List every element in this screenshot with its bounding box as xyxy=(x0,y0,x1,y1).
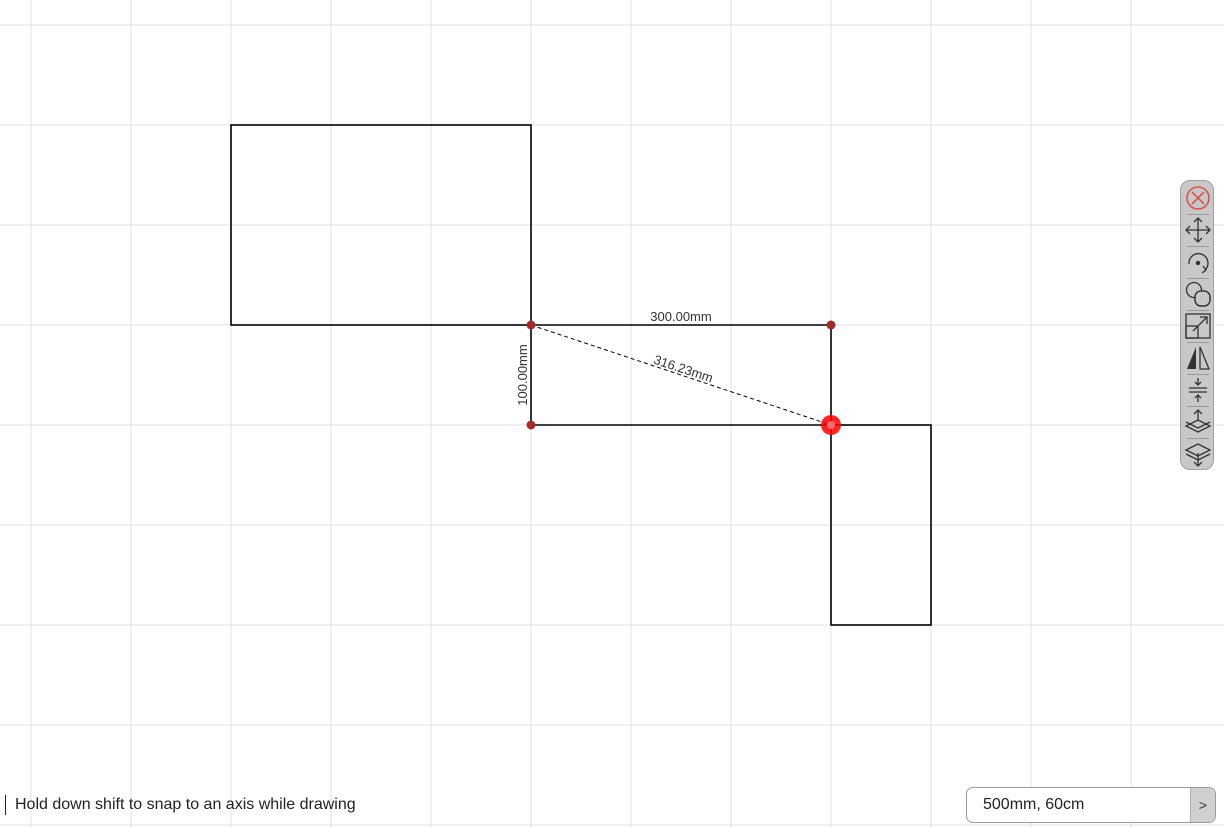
offset-button[interactable] xyxy=(1183,375,1213,405)
dimension-vertical-label: 100.00mm xyxy=(515,344,530,405)
cursor-point[interactable] xyxy=(821,415,841,435)
layer-down-icon xyxy=(1184,443,1212,467)
coordinate-input[interactable] xyxy=(967,788,1190,822)
grid xyxy=(0,0,1224,828)
cancel-button[interactable] xyxy=(1183,183,1213,213)
vertex-point[interactable] xyxy=(526,320,536,330)
vertex-point[interactable] xyxy=(826,320,836,330)
dimension-diagonal-label: 316.23mm xyxy=(652,352,715,386)
layer-up-icon xyxy=(1184,409,1212,433)
drawing-stage[interactable]: 300.00mm 100.00mm 316.23mm Hold down shi… xyxy=(0,0,1224,828)
mirror-button[interactable] xyxy=(1183,343,1213,373)
rotate-icon xyxy=(1188,252,1209,274)
tool-palette xyxy=(1180,180,1214,470)
scale-button[interactable] xyxy=(1183,311,1213,341)
rotate-button[interactable] xyxy=(1183,247,1213,277)
layer-down-button[interactable] xyxy=(1183,439,1213,469)
coordinate-entry: > xyxy=(966,787,1216,823)
dimension-horizontal-label: 300.00mm xyxy=(650,309,711,324)
scale-icon xyxy=(1185,313,1211,339)
layer-up-button[interactable] xyxy=(1183,407,1213,437)
status-bar: Hold down shift to snap to an axis while… xyxy=(5,794,356,816)
mirror-icon xyxy=(1187,346,1210,370)
status-message: Hold down shift to snap to an axis while… xyxy=(15,796,356,813)
move-button[interactable] xyxy=(1183,215,1213,245)
cancel-circle-icon xyxy=(1186,186,1210,210)
copy-button[interactable] xyxy=(1183,279,1213,309)
move-arrows-icon xyxy=(1185,217,1211,243)
text-caret xyxy=(5,795,6,815)
copy-shapes-icon xyxy=(1185,281,1211,307)
offset-icon xyxy=(1189,378,1207,402)
coordinate-submit-button[interactable]: > xyxy=(1190,788,1215,822)
vertex-point[interactable] xyxy=(526,420,536,430)
drawing-canvas[interactable]: 300.00mm 100.00mm 316.23mm xyxy=(0,0,1224,828)
